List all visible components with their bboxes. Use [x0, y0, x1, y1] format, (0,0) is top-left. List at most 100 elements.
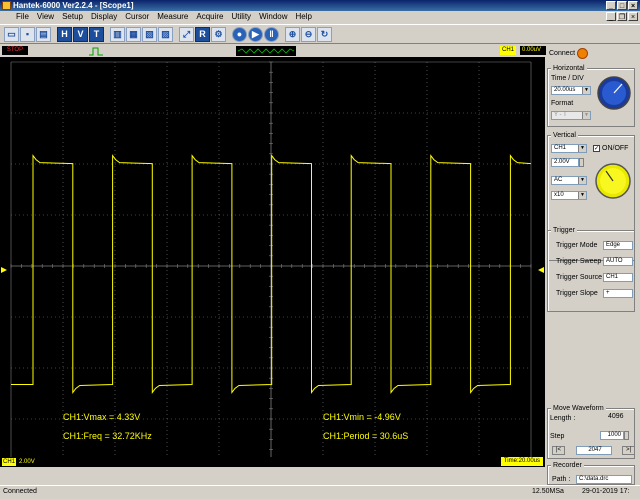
probe-select[interactable]: x10 ▼: [551, 191, 587, 200]
coupling-select[interactable]: AC ▼: [551, 176, 587, 185]
vertical-channel-select[interactable]: CH1 ▼: [551, 144, 587, 153]
recorder-group: Recorder Path : C:\data.drc: [547, 461, 635, 485]
position-field[interactable]: 2047: [576, 446, 612, 455]
settings-icon[interactable]: ⚙: [211, 26, 226, 42]
menu-help[interactable]: Help: [292, 11, 316, 23]
channel-badge: CH1: [500, 46, 517, 55]
mdi-restore-button[interactable]: ❐: [617, 12, 627, 21]
trigger-slope-select[interactable]: +: [603, 289, 633, 298]
horizontal-group-title: Horizontal: [551, 64, 587, 73]
open-icon[interactable]: ▭: [4, 26, 19, 42]
ref-icon[interactable]: ▨: [158, 26, 173, 42]
volts-div-value: 2.00V: [554, 159, 570, 165]
coupling-value: AC: [554, 177, 563, 183]
run-stop-indicator[interactable]: STOP: [2, 46, 28, 55]
pause-icon[interactable]: ‖: [264, 26, 279, 42]
time-div-label: Time / DIV: [551, 75, 584, 82]
volts-div-field[interactable]: 2.00V: [551, 158, 584, 167]
zoom-out-icon[interactable]: ⊖: [301, 26, 316, 42]
math-icon[interactable]: ▧: [142, 26, 157, 42]
trigger-sweep-select[interactable]: AUTO: [603, 257, 633, 266]
title-bar: Hantek-6000 Ver2.2.4 - [Scope1] _ □ ×: [0, 0, 640, 11]
move-waveform-group: Move Waveform Length : 4096 Step 1000 |<…: [547, 404, 635, 459]
app-icon: [2, 1, 11, 10]
maximize-button[interactable]: □: [617, 1, 627, 10]
volts-div-knob[interactable]: [594, 162, 632, 200]
trigger-slope-value: +: [606, 290, 610, 296]
step-label: Step: [550, 433, 565, 440]
menu-window[interactable]: Window: [255, 11, 291, 23]
trigger-source-label: Trigger Source: [556, 274, 603, 281]
trigger-sweep-value: AUTO: [606, 258, 623, 264]
measurement-period: CH1:Period = 30.6uS: [323, 431, 408, 441]
trigger-mode-label: Trigger Mode: [556, 242, 598, 249]
menu-cursor[interactable]: Cursor: [121, 11, 153, 23]
time-div-select[interactable]: 20.00us ▼: [551, 86, 591, 95]
record-icon[interactable]: ●: [232, 26, 247, 42]
format-select[interactable]: Y - T ▼: [551, 111, 591, 120]
scope-status-row: STOP CH1 0.00uV: [0, 45, 546, 57]
window-title: Hantek-6000 Ver2.2.4 - [Scope1]: [13, 1, 134, 10]
channel-on-off-checkbox[interactable]: ✓: [593, 145, 600, 152]
menu-file[interactable]: File: [0, 11, 33, 23]
time-div-knob[interactable]: [596, 75, 632, 111]
menu-utility[interactable]: Utility: [228, 11, 256, 23]
mdi-minimize-button[interactable]: _: [606, 12, 616, 21]
channel-on-off-label: ON/OFF: [602, 145, 629, 152]
measurement-freq: CH1:Freq = 32.72KHz: [63, 431, 152, 441]
connect-indicator: Connect: [549, 48, 589, 59]
volts-div-spin-icon[interactable]: [579, 158, 584, 167]
zoom-in-icon[interactable]: ⊕: [285, 26, 300, 42]
trigger-button[interactable]: T: [89, 26, 104, 42]
menu-acquire[interactable]: Acquire: [192, 11, 227, 23]
save-icon[interactable]: ▪: [20, 26, 35, 42]
scope-display[interactable]: CH1:Vmax = 4.33V CH1:Freq = 32.72KHz CH1…: [0, 57, 545, 457]
trigger-source-select[interactable]: CH1: [603, 273, 633, 282]
position-value: 2047: [588, 447, 602, 453]
menu-view[interactable]: View: [33, 11, 58, 23]
control-panel: Connect Horizontal Time / DIV 20.00us ▼ F…: [545, 45, 640, 485]
step-field[interactable]: 1000: [600, 431, 629, 440]
measure-icon[interactable]: ▥: [110, 26, 125, 42]
refresh-icon[interactable]: ↻: [317, 26, 332, 42]
length-value: 4096: [608, 413, 624, 420]
bottom-timebase: Time:20.00us: [500, 457, 543, 466]
time-div-value: 20.00us: [554, 87, 576, 93]
print-icon[interactable]: ▤: [36, 26, 51, 42]
toolbar: ▭ ▪ ▤ H V T ▥ ▦ ▧ ▨ ⤢ R ⚙ ● ▶ ‖ ⊕ ⊖ ↻: [0, 24, 640, 44]
recorder-path-field[interactable]: C:\data.drc: [576, 475, 632, 484]
cursor-icon[interactable]: ▦: [126, 26, 141, 42]
menu-measure[interactable]: Measure: [153, 11, 192, 23]
trigger-level-readout: 0.00uV: [520, 46, 546, 55]
play-icon[interactable]: ▶: [248, 26, 263, 42]
step-value: 1000: [607, 432, 621, 438]
menu-display[interactable]: Display: [87, 11, 121, 23]
length-label: Length :: [550, 415, 576, 422]
recorder-path-label: Path :: [552, 476, 571, 483]
vertical-button[interactable]: V: [73, 26, 88, 42]
vertical-group-title: Vertical: [551, 131, 578, 140]
auto-button[interactable]: R: [195, 26, 210, 42]
move-first-button[interactable]: |<: [552, 446, 565, 455]
menu-bar: File View Setup Display Cursor Measure Acquire…: [0, 11, 640, 23]
horizontal-group: Horizontal Time / DIV 20.00us ▼ Format Y …: [547, 64, 635, 127]
horizontal-button[interactable]: H: [57, 26, 72, 42]
scope-bottom-bar: CH1 2.00V Time:20.00us: [0, 457, 545, 467]
menu-setup[interactable]: Setup: [58, 11, 87, 23]
zoom-fit-icon[interactable]: ⤢: [179, 26, 194, 42]
measurement-vmax: CH1:Vmax = 4.33V: [63, 412, 140, 422]
trigger-mode-select[interactable]: Edge: [603, 241, 633, 250]
recorder-title: Recorder: [551, 461, 584, 470]
mdi-close-button[interactable]: ×: [628, 12, 638, 21]
trigger-sweep-label: Trigger Sweep: [556, 258, 602, 265]
minimize-button[interactable]: _: [606, 1, 616, 10]
bottom-channel-label: CH1: [2, 458, 17, 466]
move-last-button[interactable]: >|: [622, 446, 635, 455]
trigger-group-title: Trigger: [551, 226, 577, 235]
step-spin-icon[interactable]: [624, 431, 629, 440]
trigger-source-value: CH1: [606, 274, 619, 280]
vertical-channel-value: CH1: [554, 145, 567, 151]
format-label: Format: [551, 100, 574, 107]
status-sample-rate: 12.50MSa: [532, 488, 564, 495]
close-button[interactable]: ×: [628, 1, 638, 10]
